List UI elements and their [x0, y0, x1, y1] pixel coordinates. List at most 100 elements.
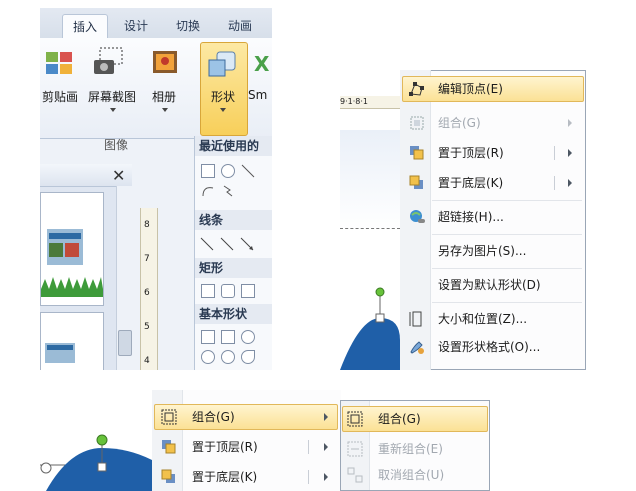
selected-shape[interactable]	[340, 280, 400, 370]
horizontal-ruler: 9·1·8·1	[340, 96, 400, 109]
ribbon-tab-previous[interactable]	[40, 14, 62, 38]
shapes-icon	[207, 50, 239, 82]
tab-animations[interactable]: 动画	[218, 14, 262, 38]
text-box-shape-icon[interactable]	[201, 330, 215, 344]
menu-item-label: 编辑顶点(E)	[438, 82, 503, 96]
ruler-mark: 7	[144, 254, 150, 264]
split-divider	[308, 440, 309, 454]
bring-to-front-icon	[408, 144, 426, 162]
vertical-ruler: 8 7 6 5 4	[140, 208, 158, 370]
ruler-mark: 8	[144, 220, 150, 230]
split-divider	[554, 146, 555, 160]
screenshot-button[interactable]: 屏幕截图	[84, 88, 140, 105]
slide-area	[340, 130, 400, 230]
submenu-item-label: 重新组合(E)	[378, 442, 443, 456]
menu-item-label: 置于顶层(R)	[192, 440, 258, 454]
album-dropdown-icon[interactable]	[162, 108, 168, 112]
photo-album-icon[interactable]	[150, 48, 180, 78]
group-icon	[346, 410, 364, 428]
menu-item-label: 置于顶层(R)	[438, 146, 504, 160]
line-shapes-row[interactable]	[199, 236, 269, 252]
menu-item-label: 置于底层(K)	[438, 176, 504, 190]
submenu-arrow-icon[interactable]	[324, 443, 328, 451]
oval-shape-icon[interactable]	[221, 164, 235, 178]
screenshot-icon[interactable]	[92, 46, 126, 80]
slide-thumbnail[interactable]	[40, 192, 104, 306]
menu-item-label: 超链接(H)...	[438, 210, 504, 224]
smartart-button[interactable]: Sm	[248, 88, 272, 102]
lightning-shape-icon[interactable]	[221, 184, 235, 198]
tab-transitions[interactable]: 切换	[166, 14, 210, 38]
menu-separator	[432, 302, 582, 303]
images-group-label: 图像	[103, 138, 128, 152]
photo-album-button[interactable]: 相册	[144, 88, 184, 105]
clip-art-button[interactable]: 剪贴画	[40, 88, 80, 105]
split-divider	[554, 176, 555, 190]
clip-art-icon[interactable]	[44, 48, 74, 78]
shapes-gallery: 最近使用的 线条 矩形 基本形状	[194, 136, 272, 370]
group-icon	[408, 114, 426, 132]
rounded-rectangle-shape-icon[interactable]	[221, 284, 235, 298]
pie-shape-icon[interactable]	[241, 350, 255, 364]
menu-item-group[interactable]	[154, 404, 338, 430]
rectangles-heading: 矩形	[195, 258, 272, 278]
edit-points-icon	[408, 80, 426, 98]
basic-shapes-heading: 基本形状	[195, 304, 272, 324]
snip-rectangle-shape-icon[interactable]	[241, 284, 255, 298]
menu-item-group[interactable]	[402, 110, 584, 136]
lines-heading: 线条	[195, 210, 272, 230]
submenu-arrow-icon	[324, 413, 328, 421]
menu-item-label: 置于底层(K)	[192, 470, 258, 484]
menu-item-label: 大小和位置(Z)...	[438, 312, 528, 326]
menu-separator	[432, 268, 582, 269]
selected-shape[interactable]	[40, 390, 152, 491]
smartart-icon[interactable]: X	[254, 52, 269, 76]
size-position-icon	[408, 310, 426, 328]
ribbon-screenshot-panel: 插入 设计 切换 动画 剪贴画 屏幕截图 相册 形状 X Sm 图像 ✕ 8 7…	[40, 8, 272, 370]
submenu-arrow-icon[interactable]	[568, 179, 572, 187]
ungroup-icon	[346, 466, 364, 484]
menu-item-label: 组合(G)	[192, 410, 235, 424]
regroup-icon	[346, 440, 364, 458]
rectangle-shape-icon[interactable]	[201, 284, 215, 298]
scrollbar-thumb[interactable]	[118, 330, 132, 356]
slide-canvas: 9·1·8·1	[340, 70, 400, 370]
line-shape-icon[interactable]	[241, 164, 255, 178]
menu-separator	[432, 234, 582, 235]
tab-insert[interactable]: 插入	[62, 14, 108, 39]
submenu-arrow-icon[interactable]	[568, 149, 572, 157]
rectangle-shape-icon[interactable]	[221, 330, 235, 344]
menu-separator	[432, 200, 582, 201]
group-icon	[160, 408, 178, 426]
group-submenu-panel: 组合(G) 置于顶层(R) 置于底层(K) 组合(G) 重新组合(E) 取消组合…	[40, 390, 490, 491]
submenu-arrow-icon	[568, 119, 572, 127]
submenu-item-label: 组合(G)	[378, 412, 421, 426]
ruler-mark: 5	[144, 322, 150, 332]
send-to-back-icon	[160, 468, 178, 486]
oval-shape-icon[interactable]	[241, 330, 255, 344]
recent-shapes-heading: 最近使用的	[195, 136, 272, 156]
callout-shape-icon[interactable]	[201, 184, 215, 198]
shapes-label: 形状	[210, 90, 235, 104]
context-menu-panel: 9·1·8·1 编辑顶点(E) 组合(G) 置于顶层(R) 置于底层(K) 超链…	[340, 70, 586, 370]
donut-shape-icon[interactable]	[221, 350, 235, 364]
close-pane-icon[interactable]: ✕	[112, 166, 125, 185]
rectangle-shape-icon[interactable]	[201, 164, 215, 178]
menu-item-label: 组合(G)	[438, 116, 481, 130]
send-to-back-icon	[408, 174, 426, 192]
guide-line	[340, 228, 400, 229]
shapes-dropdown-icon	[220, 108, 226, 112]
menu-item-label: 设置形状格式(O)...	[438, 340, 541, 354]
slide-thumbnail[interactable]	[40, 312, 104, 370]
split-divider	[308, 470, 309, 484]
hyperlink-icon	[408, 208, 426, 226]
format-shape-icon	[408, 338, 426, 356]
tab-design[interactable]: 设计	[114, 14, 158, 38]
menu-item-label: 另存为图片(S)...	[438, 244, 527, 258]
bring-to-front-icon	[160, 438, 178, 456]
octagon-shape-icon[interactable]	[201, 350, 215, 364]
submenu-item-label: 取消组合(U)	[378, 468, 445, 482]
ruler-mark: 4	[144, 356, 150, 366]
screenshot-dropdown-icon[interactable]	[110, 108, 116, 112]
submenu-arrow-icon[interactable]	[324, 473, 328, 481]
